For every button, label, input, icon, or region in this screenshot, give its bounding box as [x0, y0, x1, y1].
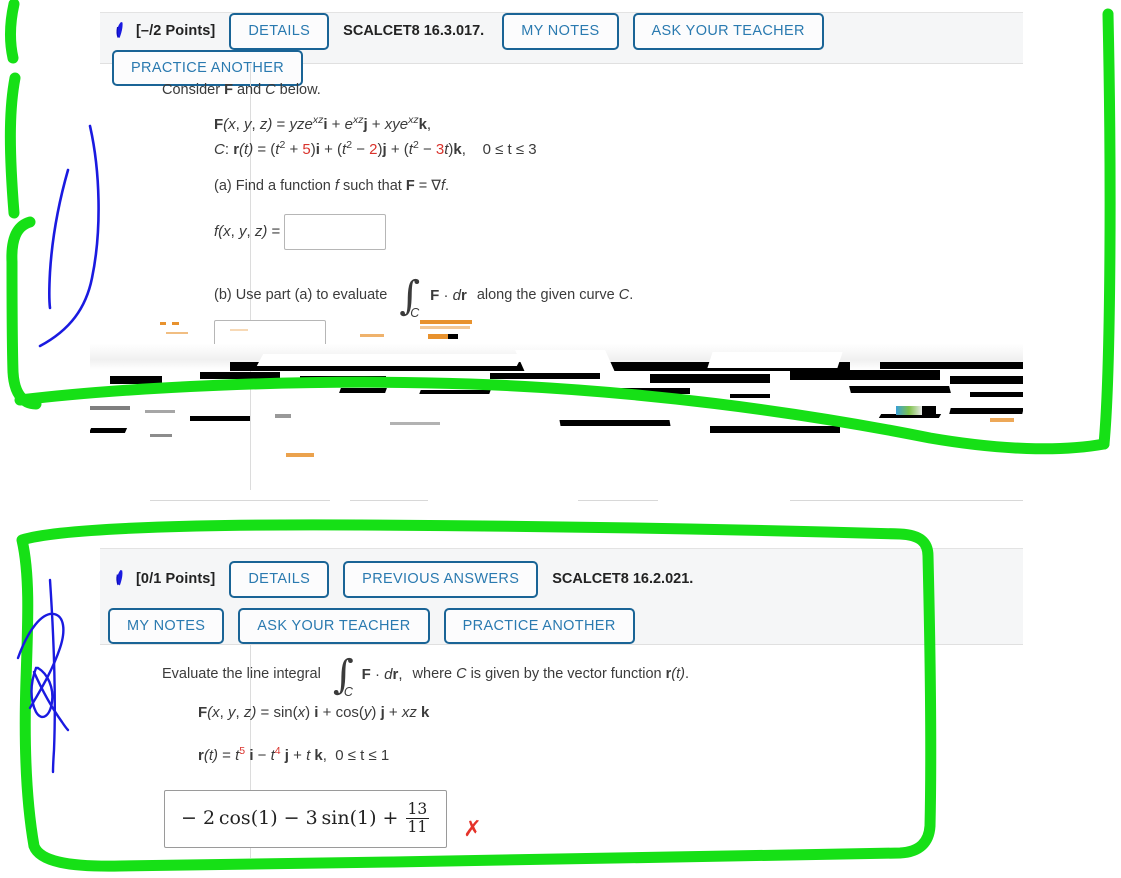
curve-C: C: r(t) = (t2 + 5)i + (t2 − 2)j + (t2 − …	[214, 138, 537, 158]
my-notes-button[interactable]: MY NOTES	[108, 607, 225, 644]
part-a-answer-label: f(x, y, z) =	[214, 222, 285, 240]
ask-your-teacher-button[interactable]: ASK YOUR TEACHER	[632, 13, 824, 50]
question-2-header: [0/1 Points] DETAILS PREVIOUS ANSWERS SC…	[100, 548, 1023, 645]
t-range-2: 0 ≤ t ≤ 1	[335, 747, 390, 764]
question-tag: SCALCET8 16.3.017.	[343, 23, 485, 40]
blue-pen-annotation-bottom	[16, 578, 70, 774]
part-b-answer-input[interactable]	[214, 319, 326, 348]
details-button[interactable]: DETAILS	[229, 13, 330, 50]
question-block-1: [–/2 Points] DETAILS SCALCET8 16.3.017. …	[90, 12, 1023, 501]
section-separator-b	[350, 500, 428, 501]
part-b-suffix: along the given curve C.	[476, 286, 634, 303]
part-b-integrand: F · dr	[430, 286, 467, 304]
ask-your-teacher-button[interactable]: ASK YOUR TEACHER	[238, 607, 430, 644]
curve-r-2: r(t) = t5 i − t4 j + t k, 0 ≤ t ≤ 1	[198, 745, 390, 764]
handwriting-pen-icon	[112, 20, 128, 42]
handwriting-pen-icon	[112, 568, 128, 590]
question-tag: SCALCET8 16.2.021.	[552, 571, 694, 588]
prompt-prefix: Evaluate the line integral	[162, 666, 321, 683]
question-block-2: [0/1 Points] DETAILS PREVIOUS ANSWERS SC…	[100, 548, 1023, 858]
vector-field-F-2: F(x, y, z) = sin(x) i + cos(y) j + xz k	[198, 704, 430, 721]
part-a-answer-row: f(x, y, z) =	[214, 213, 1023, 250]
answer-row-2: − 2 cos(1) − 3 sin(1) + 13 11 ✗	[164, 790, 1023, 848]
question-1-body: Consider F and C below. F(x, y, z) = yze…	[100, 64, 1023, 348]
vector-field-F: F(x, y, z) = yzexzi + exzj + xyexzk,	[214, 113, 432, 133]
points-label: [–/2 Points]	[136, 23, 216, 40]
section-separator-c	[578, 500, 658, 501]
details-button[interactable]: DETAILS	[229, 561, 330, 598]
section-separator-a	[150, 500, 330, 501]
student-answer-box[interactable]: − 2 cos(1) − 3 sin(1) + 13 11	[164, 790, 448, 848]
question-2-body: Evaluate the line integral ∫ C F · dr, wh…	[100, 645, 1023, 848]
part-b-row: (b) Use part (a) to evaluate ∫ C F · dr a…	[214, 272, 634, 320]
prompt-integrand: F · dr,	[361, 666, 403, 683]
student-answer-expression: − 2 cos(1) − 3 sin(1) +	[181, 806, 405, 829]
blue-pen-annotation-top	[38, 124, 100, 348]
section-separator-d	[790, 500, 1023, 501]
prompt-suffix: where C is given by the vector function …	[412, 666, 689, 683]
part-a-answer-input[interactable]	[284, 213, 387, 250]
fraction-denominator: 11	[407, 818, 428, 837]
question-2-prompt: Evaluate the line integral ∫ C F · dr, wh…	[162, 652, 689, 699]
question-1-prompt: Consider F and C below.	[162, 82, 321, 98]
incorrect-mark-icon: ✗	[463, 817, 482, 843]
question-1-header: [–/2 Points] DETAILS SCALCET8 16.3.017. …	[100, 12, 1023, 86]
answer-fraction: 13 11	[405, 800, 430, 837]
practice-another-button[interactable]: PRACTICE ANOTHER	[443, 607, 635, 644]
previous-answers-button[interactable]: PREVIOUS ANSWERS	[343, 561, 539, 598]
part-a-label: (a) Find a function f such that F = ∇f.	[214, 177, 449, 194]
fraction-numerator: 13	[405, 800, 430, 820]
t-range-1: 0 ≤ t ≤ 3	[482, 140, 537, 158]
points-label: [0/1 Points]	[136, 571, 216, 588]
my-notes-button[interactable]: MY NOTES	[502, 13, 619, 50]
part-b-label: (b) Use part (a) to evaluate	[214, 286, 388, 303]
